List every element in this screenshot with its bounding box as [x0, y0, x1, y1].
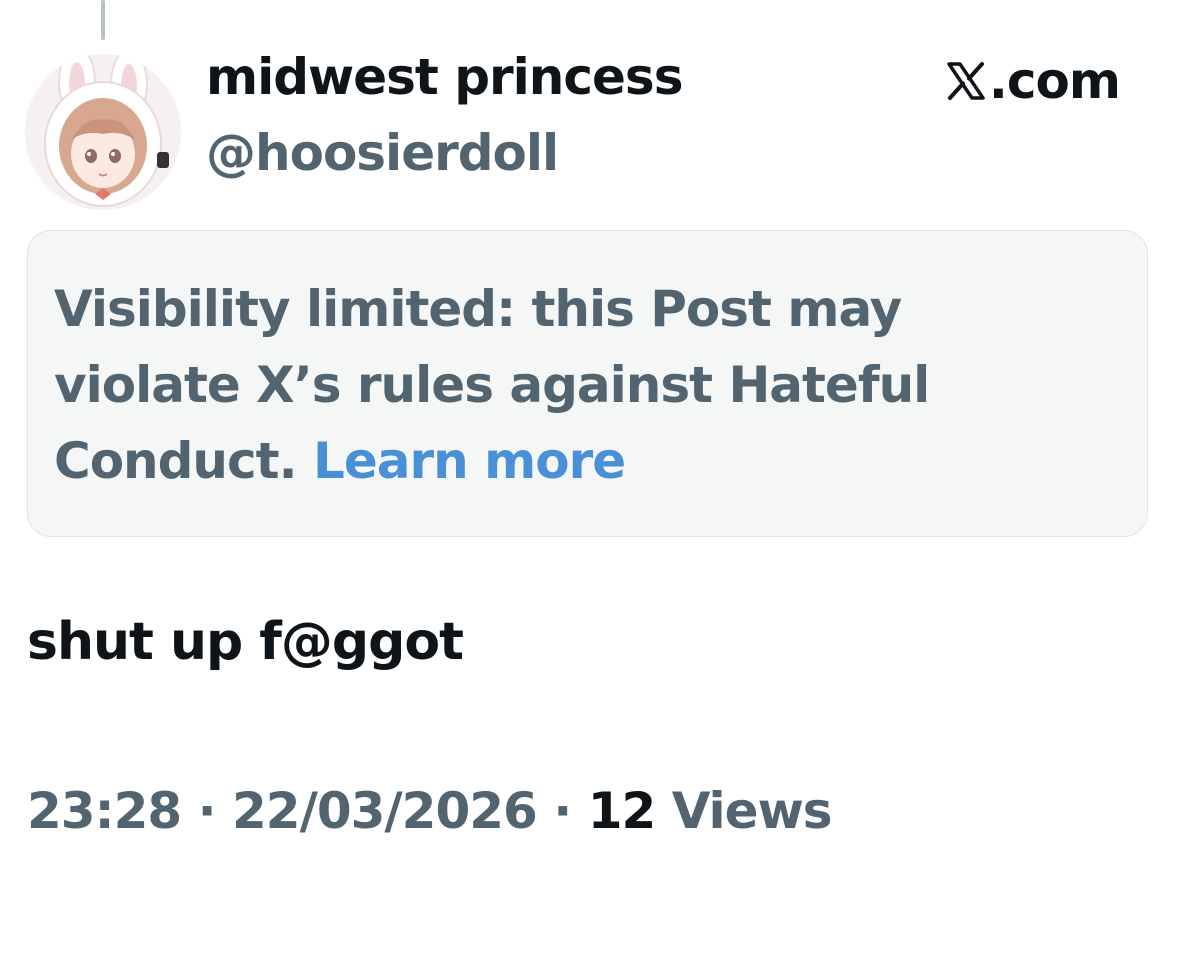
thread-connector-line — [101, 0, 105, 40]
views-count: 12 — [587, 782, 657, 840]
post-body: shut up f@ggot — [27, 612, 464, 672]
site-domain: .com — [988, 52, 1121, 110]
post-date[interactable]: 22/03/2026 — [232, 782, 538, 840]
site-label: .com — [945, 52, 1121, 110]
views-label: Views — [671, 782, 833, 840]
post-time[interactable]: 23:28 — [27, 782, 182, 840]
learn-more-link[interactable]: Learn more — [313, 432, 626, 490]
notice-text-block: Visibility limited: this Post may violat… — [54, 271, 1054, 499]
meta-separator: · — [553, 782, 572, 840]
post-metadata: 23:28 · 22/03/2026 · 12 Views — [27, 782, 833, 840]
user-handle[interactable]: @hoosierdoll — [206, 124, 559, 182]
visibility-notice: Visibility limited: this Post may violat… — [27, 230, 1148, 537]
display-name[interactable]: midwest princess — [206, 48, 683, 106]
avatar-image — [25, 54, 181, 210]
x-logo-icon — [947, 62, 985, 100]
meta-separator: · — [197, 782, 217, 840]
avatar[interactable] — [25, 54, 181, 210]
